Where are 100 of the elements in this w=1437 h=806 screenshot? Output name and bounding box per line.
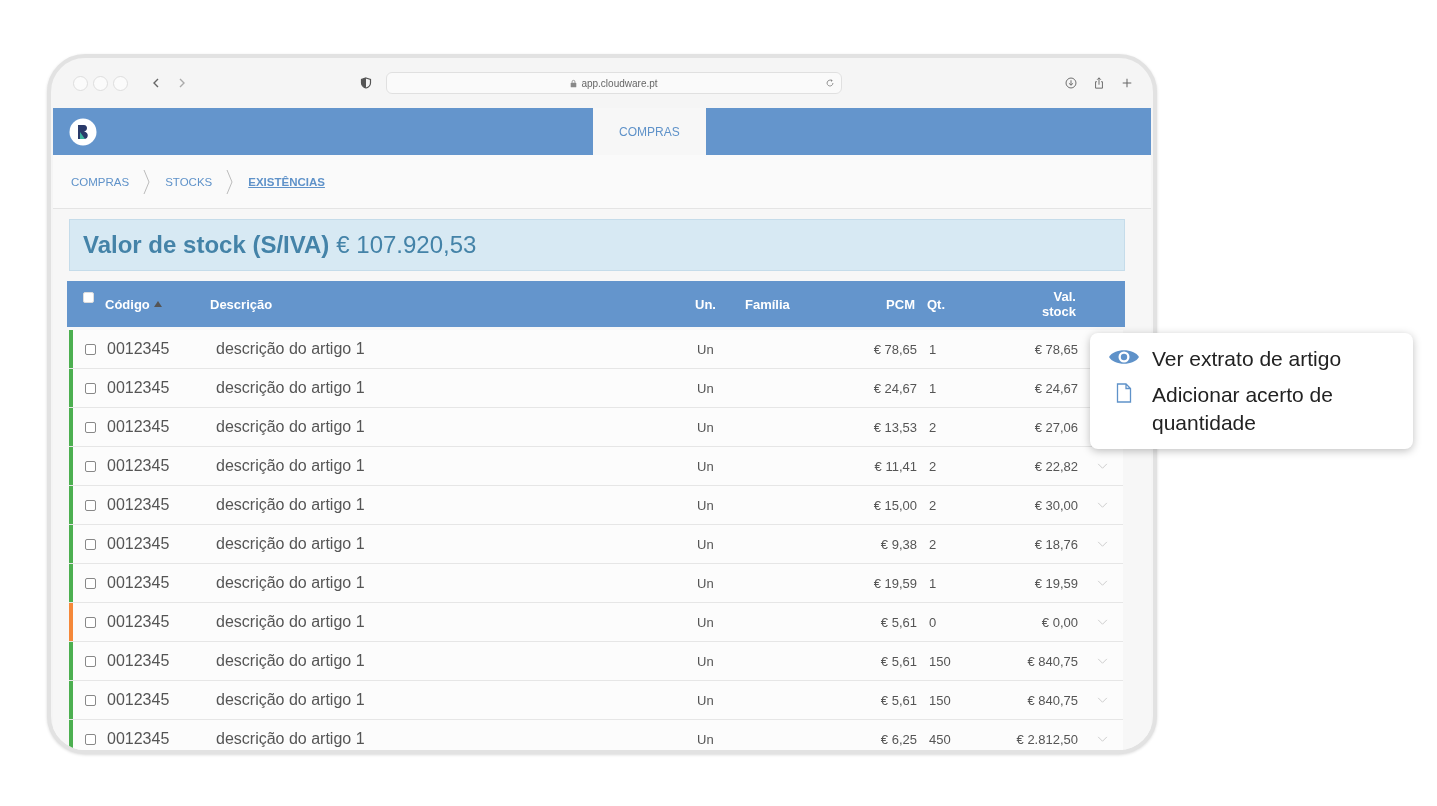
table-row[interactable]: 0012345 descrição do artigo 1 Un € 5,61 150 € 840,75	[69, 642, 1123, 681]
table-cell: € 2.812,50	[1016, 731, 1078, 747]
table-cell: descrição do artigo 1	[216, 691, 365, 708]
row-checkbox[interactable]	[84, 343, 96, 355]
stock-value-label: Valor de stock (S/IVA)	[83, 231, 330, 259]
row-checkbox[interactable]	[84, 421, 96, 433]
row-checkbox[interactable]	[84, 460, 96, 472]
table-cell: € 840,75	[1027, 692, 1078, 708]
table-cell: Un	[697, 731, 714, 747]
table-cell: descrição do artigo 1	[216, 379, 365, 396]
table-cell: Un	[697, 692, 714, 708]
table-cell: € 15,00	[873, 497, 917, 513]
table-cell: descrição do artigo 1	[216, 613, 365, 630]
table-cell: € 840,75	[1027, 653, 1078, 669]
table-cell: 0012345	[107, 418, 170, 435]
table-cell: 0012345	[107, 457, 170, 474]
lock-icon	[570, 78, 578, 88]
table-cell: 150	[929, 692, 951, 708]
table-cell: € 30,00	[1034, 497, 1078, 513]
table-cell: € 5,61	[880, 692, 917, 708]
table-cell: € 13,53	[873, 419, 917, 435]
logo-icon[interactable]	[69, 117, 97, 146]
table-cell: 0012345	[107, 496, 170, 513]
table-cell: 450	[929, 731, 951, 747]
table-cell: € 24,67	[873, 380, 917, 396]
table-cell: Un	[697, 653, 714, 669]
table-cell: 1	[929, 341, 937, 357]
table-cell: € 6,25	[880, 731, 917, 747]
table-cell: € 78,65	[1034, 341, 1078, 357]
eye-icon	[1108, 347, 1140, 367]
table-cell: descrição do artigo 1	[216, 340, 365, 357]
row-checkbox[interactable]	[84, 538, 96, 550]
table-cell: Un	[697, 380, 714, 396]
table-row[interactable]: 0012345 descrição do artigo 1 Un € 11,41 2 € 22,82	[69, 447, 1123, 486]
table-cell: 0012345	[107, 379, 170, 396]
row-checkbox[interactable]	[84, 694, 96, 706]
table-row[interactable]: 0012345 descrição do artigo 1 Un € 15,00 2 € 30,00	[69, 486, 1123, 525]
table-cell: 0012345	[107, 652, 170, 669]
breadcrumb-separator-icon	[226, 168, 235, 195]
table-cell: Un	[697, 458, 714, 474]
table-cell: € 19,59	[1034, 575, 1078, 591]
table-cell: 2	[929, 419, 937, 435]
menu-item[interactable]: Adicionar acerto de quantidade	[1152, 381, 1382, 437]
stock-value-amount: € 107.920,53	[336, 231, 477, 259]
table-cell: 0012345	[107, 730, 170, 747]
table-cell: € 18,76	[1034, 536, 1078, 552]
plus-icon[interactable]	[1121, 77, 1133, 89]
row-checkbox[interactable]	[84, 382, 96, 394]
address-bar[interactable]: app.cloudware.pt	[386, 72, 842, 94]
table-cell: € 78,65	[873, 341, 917, 357]
row-checkbox[interactable]	[84, 733, 96, 745]
table-row[interactable]: 0012345 descrição do artigo 1 Un € 6,25 450 € 2.812,50	[69, 720, 1123, 750]
row-checkbox[interactable]	[84, 577, 96, 589]
table-cell: € 9,38	[880, 536, 917, 552]
table-cell: € 11,41	[874, 458, 917, 474]
document-icon	[1116, 383, 1132, 403]
url-text: app.cloudware.pt	[581, 77, 658, 89]
table-cell: descrição do artigo 1	[216, 730, 365, 747]
row-checkbox[interactable]	[84, 655, 96, 667]
table-row[interactable]: 0012345 descrição do artigo 1 Un € 19,59 1 € 19,59	[69, 564, 1123, 603]
table-cell: € 5,61	[880, 653, 917, 669]
table-cell: € 22,82	[1034, 458, 1078, 474]
table-cell: Un	[697, 575, 714, 591]
share-icon[interactable]	[1093, 77, 1105, 89]
table-cell: descrição do artigo 1	[216, 457, 365, 474]
table-cell: € 5,61	[880, 614, 917, 630]
table-cell: 2	[929, 458, 937, 474]
table-cell: descrição do artigo 1	[216, 652, 365, 669]
table-cell: Un	[697, 497, 714, 513]
select-all-checkbox[interactable]	[82, 291, 94, 303]
table-cell: descrição do artigo 1	[216, 418, 365, 435]
row-checkbox[interactable]	[84, 499, 96, 511]
table-cell: 0	[929, 614, 937, 630]
breadcrumb-separator-icon	[143, 168, 152, 195]
table-cell: Un	[697, 341, 714, 357]
download-icon[interactable]	[1065, 77, 1077, 89]
table-cell: 0012345	[107, 535, 170, 552]
table-cell: € 19,59	[873, 575, 917, 591]
sort-ascending-icon[interactable]	[153, 301, 162, 307]
reload-icon[interactable]	[825, 78, 835, 88]
table-cell: Un	[697, 419, 714, 435]
shield-icon[interactable]	[360, 77, 372, 89]
table-row[interactable]: 0012345 descrição do artigo 1 Un € 5,61 150 € 840,75	[69, 681, 1123, 720]
table-cell: 1	[929, 380, 937, 396]
table-cell: 0012345	[107, 340, 170, 357]
table-cell: 2	[929, 497, 937, 513]
table-cell: Un	[697, 614, 714, 630]
table-cell: 0012345	[107, 613, 170, 630]
table-cell: descrição do artigo 1	[216, 496, 365, 513]
table-row[interactable]: 0012345 descrição do artigo 1 Un € 9,38 2 € 18,76	[69, 525, 1123, 564]
table-cell: descrição do artigo 1	[216, 535, 365, 552]
table-cell: € 24,67	[1034, 380, 1078, 396]
row-checkbox[interactable]	[84, 616, 96, 628]
table-cell: 0012345	[107, 574, 170, 591]
menu-item[interactable]: Ver extrato de artigo	[1152, 345, 1382, 373]
table-cell: € 0,00	[1041, 614, 1078, 630]
table-row[interactable]: 0012345 descrição do artigo 1 Un € 5,61 0 € 0,00	[69, 603, 1123, 642]
table-cell: 150	[929, 653, 951, 669]
table-row[interactable]: 0012345 descrição do artigo 1 Un € 78,65 1 € 78,65	[69, 330, 1123, 369]
table-cell: 2	[929, 536, 937, 552]
